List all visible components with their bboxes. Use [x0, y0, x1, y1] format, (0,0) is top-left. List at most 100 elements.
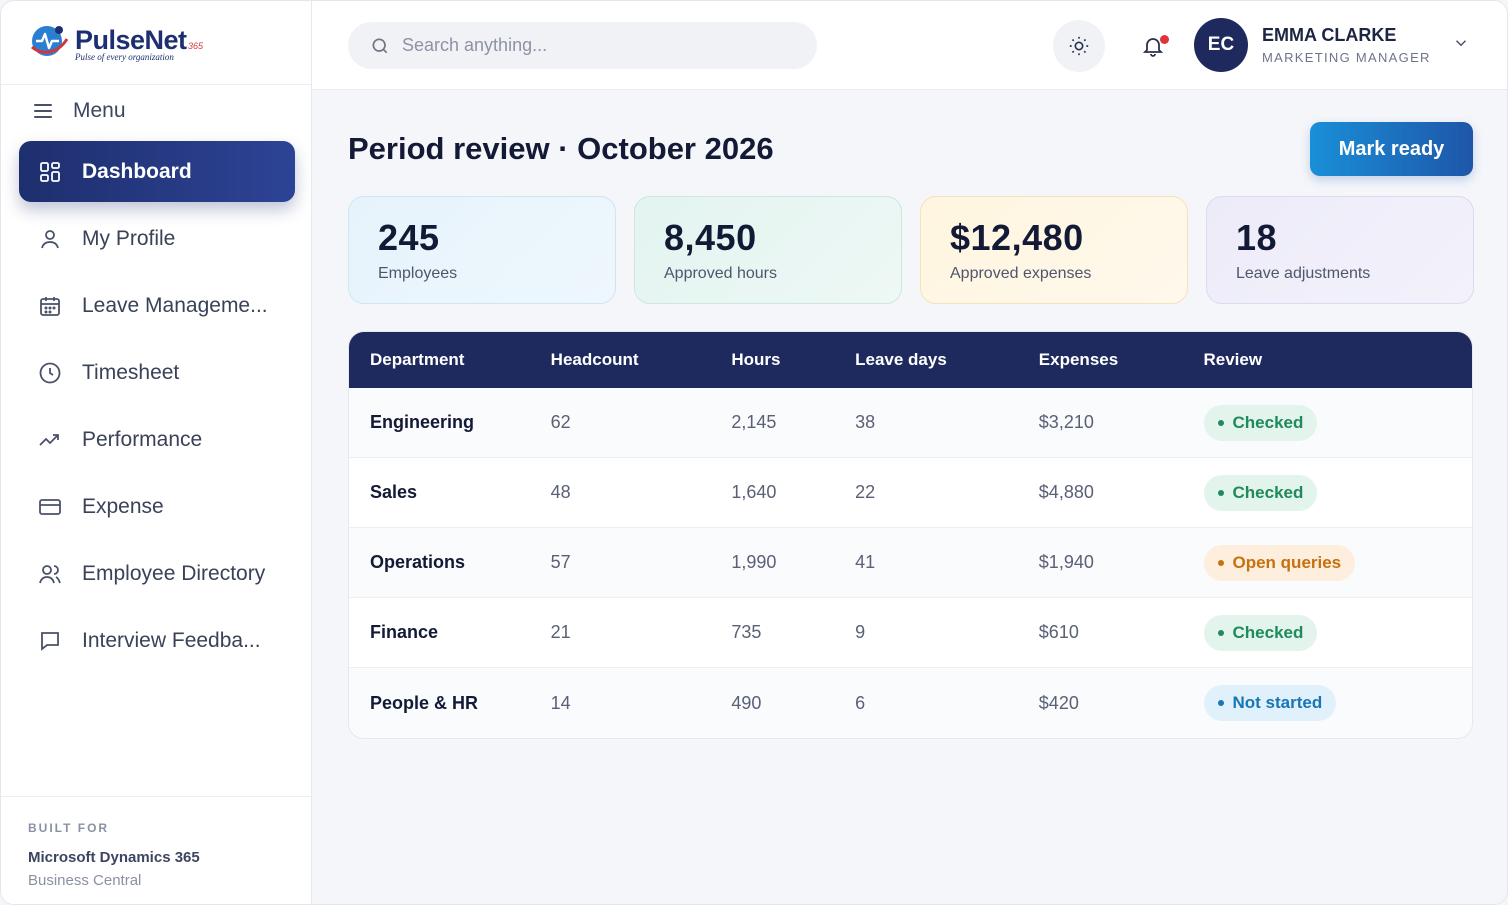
theme-toggle-button[interactable] [1053, 20, 1105, 72]
notification-dot [1160, 35, 1169, 44]
table-row[interactable]: People & HR 14 490 6 $420 Not started [349, 668, 1472, 738]
menu-label: Menu [73, 99, 126, 122]
table-row[interactable]: Sales 48 1,640 22 $4,880 Checked [349, 458, 1472, 528]
sun-icon [1069, 36, 1089, 56]
column-header-department[interactable]: Department [349, 350, 551, 370]
table-row[interactable]: Finance 21 735 9 $610 Checked [349, 598, 1472, 668]
sidebar-item-label: Timesheet [82, 360, 180, 384]
sidebar-item-dashboard[interactable]: Dashboard [19, 141, 295, 202]
column-header-leave-days[interactable]: Leave days [855, 350, 1039, 370]
cell-headcount: 14 [550, 692, 571, 713]
cell-headcount: 48 [550, 482, 571, 502]
cell-hours: 735 [731, 622, 762, 642]
cell-headcount: 62 [550, 412, 571, 432]
cell-headcount: 57 [550, 552, 571, 572]
stat-label: Leave adjustments [1236, 265, 1371, 282]
sidebar-item-label: My Profile [82, 226, 176, 250]
mark-ready-button[interactable]: Mark ready [1310, 122, 1473, 176]
stat-label: Employees [378, 265, 458, 282]
user-name: EMMA CLARKE [1262, 25, 1397, 45]
status-badge-label: Open queries [1232, 552, 1342, 572]
cell-review: Checked [1203, 404, 1473, 441]
sidebar-item-label: Employee Directory [82, 561, 266, 585]
department-review-table: Department Headcount Hours Leave days Ex… [348, 331, 1473, 739]
cell-hours: 490 [731, 692, 762, 713]
cell-leave-days: 38 [855, 412, 876, 432]
chevron-down-icon[interactable] [1452, 34, 1470, 52]
cell-review: Checked [1203, 474, 1473, 511]
cell-leave-days: 9 [855, 622, 866, 642]
logo[interactable]: PulseNet 365 Pulse of every organization [1, 1, 311, 85]
cell-expenses: $4,880 [1038, 482, 1094, 502]
status-badge-label: Checked [1232, 412, 1304, 432]
sidebar-item-label: Interview Feedba... [82, 628, 261, 652]
sidebar-item-label: Leave Manageme... [82, 293, 268, 317]
table-header: Department Headcount Hours Leave days Ex… [349, 332, 1472, 388]
built-for-label: BUILT FOR [28, 821, 110, 835]
stat-card-employees: 245 Employees [348, 196, 616, 304]
page-title: Period review · October 2026 [348, 131, 774, 166]
cell-hours: 1,990 [731, 552, 777, 572]
sidebar-item-employee-directory[interactable]: Employee Directory [19, 543, 295, 604]
table-row[interactable]: Operations 57 1,990 41 $1,940 Open queri… [349, 528, 1472, 598]
grid-icon [37, 159, 63, 185]
brand-tagline: Pulse of every organization [75, 52, 174, 62]
stat-value: 8,450 [664, 217, 757, 258]
status-badge: Not started [1203, 685, 1337, 721]
cell-department: Finance [370, 622, 439, 642]
app-window: PulseNet 365 Pulse of every organization… [0, 0, 1508, 905]
cell-hours: 2,145 [731, 412, 777, 432]
table-row[interactable]: Engineering 62 2,145 38 $3,210 Checked [349, 388, 1472, 458]
sidebar-item-interview-feedback[interactable]: Interview Feedba... [19, 610, 295, 671]
cell-expenses: $610 [1038, 622, 1079, 642]
product-edition: Business Central [28, 872, 142, 889]
calendar-icon [37, 293, 63, 319]
sidebar: PulseNet 365 Pulse of every organization… [1, 1, 312, 904]
cell-department: People & HR [370, 692, 479, 713]
pulsenet-logo-icon [31, 26, 69, 56]
sidebar-item-leave-management[interactable]: Leave Manageme... [19, 275, 295, 336]
trend-up-icon [37, 427, 63, 453]
sidebar-nav: Dashboard My Profile Leave Manageme... T… [19, 141, 295, 677]
cell-department: Engineering [370, 412, 475, 432]
avatar[interactable]: EC [1194, 18, 1248, 72]
column-header-hours[interactable]: Hours [731, 350, 855, 370]
sidebar-item-my-profile[interactable]: My Profile [19, 208, 295, 269]
menu-toggle[interactable]: Menu [34, 99, 126, 123]
stat-value: 18 [1236, 217, 1278, 258]
cell-leave-days: 41 [855, 552, 876, 572]
status-badge-label: Not started [1232, 693, 1323, 712]
cell-department: Operations [370, 552, 466, 572]
status-badge: Checked [1203, 404, 1318, 441]
stat-value: $12,480 [950, 217, 1084, 258]
stat-card-approved-expenses: $12,480 Approved expenses [920, 196, 1188, 304]
status-badge: Checked [1203, 614, 1318, 651]
sidebar-item-performance[interactable]: Performance [19, 409, 295, 470]
notifications-button[interactable] [1127, 20, 1179, 72]
stat-label: Approved hours [664, 265, 777, 282]
cell-review: Checked [1203, 614, 1473, 651]
hamburger-icon [34, 103, 54, 119]
cell-headcount: 21 [550, 622, 571, 642]
status-badge-label: Checked [1232, 482, 1304, 502]
cell-review: Not started [1203, 685, 1473, 721]
sidebar-item-label: Expense [82, 494, 164, 518]
column-header-expenses[interactable]: Expenses [1039, 350, 1204, 370]
cell-leave-days: 22 [855, 482, 876, 502]
sidebar-item-timesheet[interactable]: Timesheet [19, 342, 295, 403]
stat-label: Approved expenses [950, 265, 1092, 282]
users-icon [37, 561, 63, 587]
clock-icon [37, 360, 63, 386]
cell-expenses: $3,210 [1038, 412, 1094, 432]
column-header-review[interactable]: Review [1204, 350, 1473, 370]
sidebar-footer: BUILT FOR Microsoft Dynamics 365 Busines… [1, 796, 312, 904]
brand-superscript: 365 [188, 41, 204, 51]
sidebar-item-expense[interactable]: Expense [19, 476, 295, 537]
search-box[interactable] [348, 22, 817, 69]
credit-card-icon [37, 494, 63, 520]
stat-card-approved-hours: 8,450 Approved hours [634, 196, 902, 304]
search-input[interactable] [402, 35, 782, 56]
column-header-headcount[interactable]: Headcount [551, 350, 732, 370]
status-badge-label: Checked [1232, 622, 1304, 642]
table-body: Engineering 62 2,145 38 $3,210 Checked S… [349, 388, 1472, 738]
